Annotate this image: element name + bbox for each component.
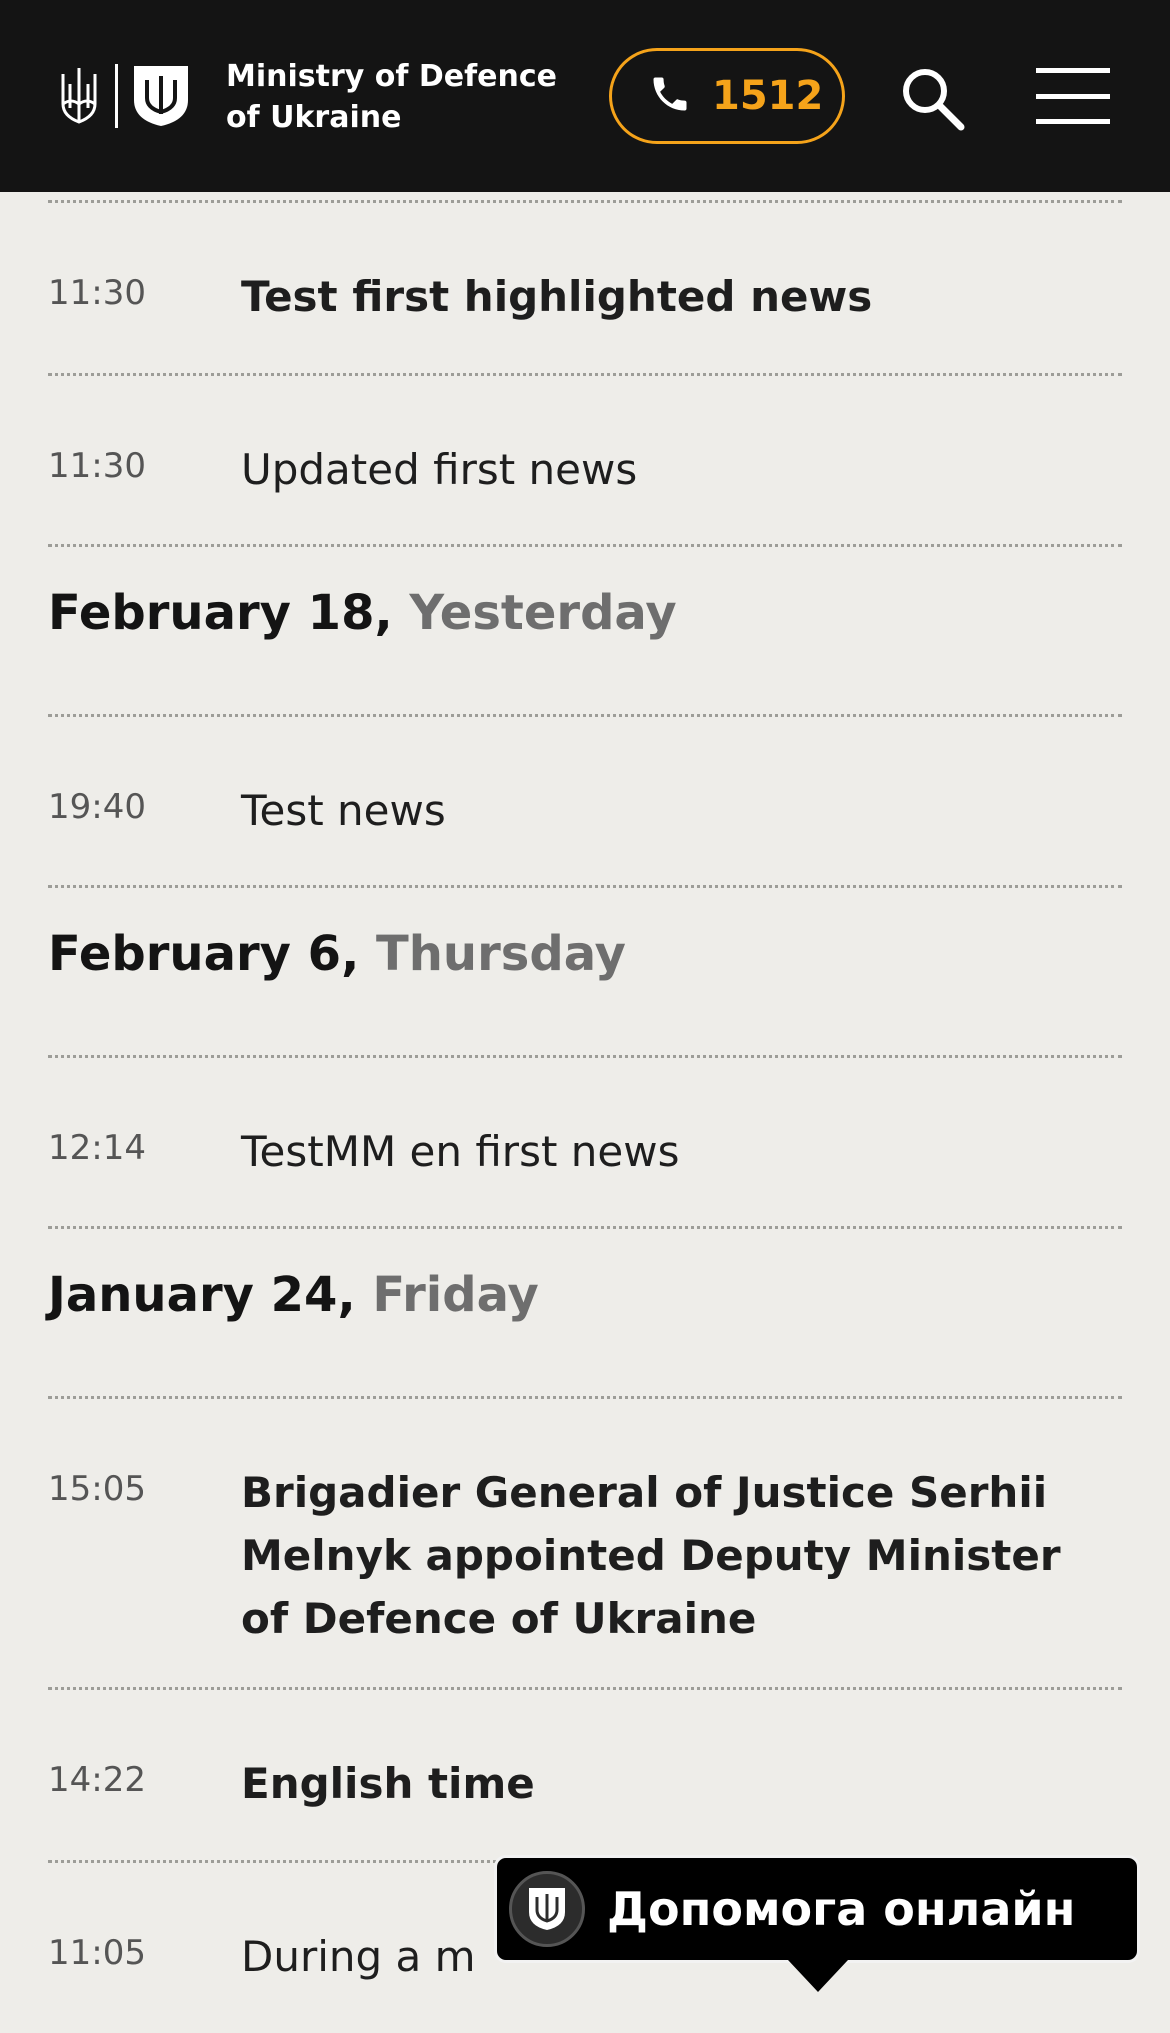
news-item[interactable]: 15:05 Brigadier General of Justice Serhi… [48,1399,1122,1687]
news-time: 14:22 [48,1760,146,1800]
news-title: Brigadier General of Justice Serhii Meln… [241,1468,1061,1643]
date-heading: February 6, Thursday [48,888,1122,1055]
date-weekday: Friday [372,1267,539,1323]
date-heading: February 18, Yesterday [48,547,1122,714]
date-text: January 24, [48,1267,356,1323]
news-title: Test news [241,786,446,835]
date-weekday: Thursday [376,926,626,982]
news-title: Test first highlighted news [241,272,873,321]
news-title: English time [241,1759,535,1808]
news-time: 11:05 [48,1933,146,1973]
news-time: 11:30 [48,273,146,313]
news-title: Updated first news [241,445,638,494]
site-header: Ministry of Defence of Ukraine 1512 [0,0,1170,192]
hotline-number: 1512 [712,73,824,119]
news-feed: 11:30 Test first highlighted news 11:30 … [48,192,1122,2033]
news-time: 11:30 [48,446,146,486]
news-time: 12:14 [48,1128,146,1168]
news-time: 19:40 [48,787,146,827]
news-time: 15:05 [48,1469,146,1509]
news-item[interactable]: 12:14 TestMM en first news [48,1058,1122,1226]
help-online-button[interactable]: Допомога онлайн [494,1855,1140,1963]
date-text: February 18, [48,585,393,641]
ministry-title[interactable]: Ministry of Defence of Ukraine [226,56,557,138]
shield-icon [529,1888,565,1930]
search-button[interactable] [900,66,966,132]
date-weekday: Yesterday [409,585,677,641]
news-item[interactable]: 19:40 Test news [48,717,1122,885]
phone-icon [648,72,692,120]
date-heading: January 24, Friday [48,1229,1122,1396]
hamburger-menu-button[interactable] [1036,68,1110,124]
help-online-label: Допомога онлайн [607,1882,1076,1936]
brand-line-1: Ministry of Defence [226,59,558,94]
news-title: TestMM en first news [241,1127,680,1176]
news-item[interactable]: 11:30 Test first highlighted news [48,203,1122,373]
news-item[interactable]: 14:22 English time [48,1690,1122,1860]
logo-divider [115,64,118,128]
search-icon [903,69,965,131]
hotline-button[interactable]: 1512 [609,48,845,144]
help-avatar [509,1871,585,1947]
brand-line-2: of Ukraine [226,100,402,135]
help-widget-pointer [788,1960,848,1992]
news-item[interactable]: 11:30 Updated first news [48,376,1122,544]
date-text: February 6, [48,926,360,982]
